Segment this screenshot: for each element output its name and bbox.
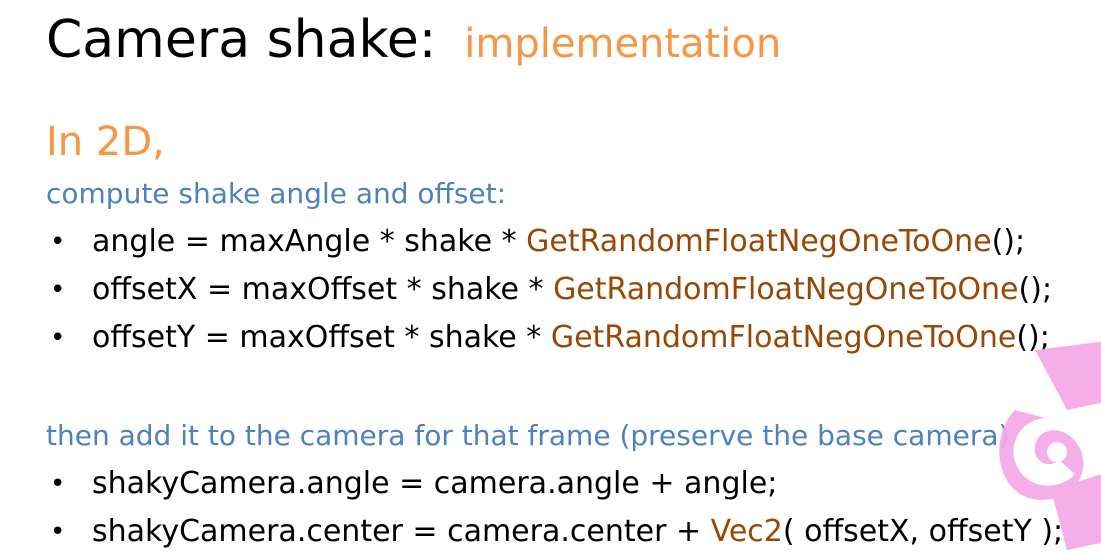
title-sub: implementation [464, 21, 782, 67]
section2-caption: then add it to the camera for that frame… [46, 419, 1010, 452]
function-name: Vec2 [710, 514, 783, 549]
list-item: • offsetX = maxOffset * shake * GetRando… [46, 266, 1052, 314]
list-item: • angle = maxAngle * shake * GetRandomFl… [46, 218, 1052, 266]
logo-watermark-icon [999, 341, 1101, 550]
list-item: • offsetY = maxOffset * shake * GetRando… [46, 314, 1052, 362]
function-name: GetRandomFloatNegOneToOne [553, 272, 1019, 307]
list-item: • shakyCamera.angle = camera.angle + ang… [46, 460, 1063, 508]
code-text: shakyCamera.angle = camera.angle + angle… [92, 466, 778, 501]
bullet-icon: • [50, 323, 66, 353]
code-tail: (); [991, 224, 1026, 259]
bullet-icon: • [50, 275, 66, 305]
bullet-icon: • [50, 517, 66, 547]
title-main: Camera shake: [46, 10, 437, 70]
section2-list: • shakyCamera.angle = camera.angle + ang… [46, 460, 1063, 556]
slide-title: Camera shake: implementation [46, 8, 781, 76]
section1-caption: compute shake angle and offset: [46, 177, 507, 210]
function-name: GetRandomFloatNegOneToOne [550, 320, 1017, 355]
code-tail: (); [1018, 272, 1053, 307]
function-name: GetRandomFloatNegOneToOne [526, 224, 992, 259]
subheading: In 2D, [46, 119, 165, 165]
list-item: • shakyCamera.center = camera.center + V… [46, 508, 1063, 556]
bullet-icon: • [50, 469, 66, 499]
code-text: angle = maxAngle * shake * [92, 224, 527, 259]
code-text: offsetX = maxOffset * shake * [92, 272, 554, 307]
code-text: shakyCamera.center = camera.center + [92, 514, 711, 549]
section1-list: • angle = maxAngle * shake * GetRandomFl… [46, 218, 1052, 362]
bullet-icon: • [50, 227, 66, 257]
code-text: offsetY = maxOffset * shake * [92, 320, 551, 355]
